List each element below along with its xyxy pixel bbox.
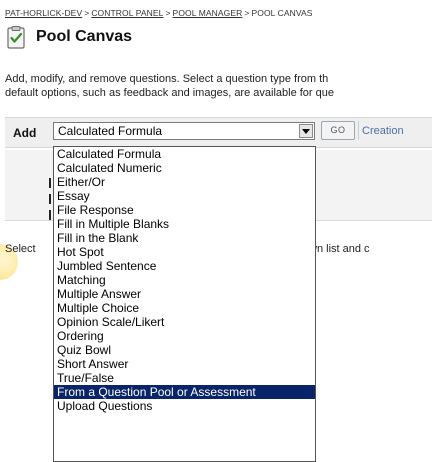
breadcrumb-item-course[interactable]: PAT-HORLICK-DEV xyxy=(5,8,82,18)
breadcrumb: PAT-HORLICK-DEV > CONTROL PANEL > POOL MANAG… xyxy=(5,8,313,18)
dropdown-option-highlighted[interactable]: From a Question Pool or Assessment xyxy=(54,385,315,399)
description-line: default options, such as feedback and im… xyxy=(5,87,334,99)
dropdown-option[interactable]: Either/Or xyxy=(54,175,315,189)
dropdown-option[interactable]: Quiz Bowl xyxy=(54,343,315,357)
dropdown-option[interactable]: Short Answer xyxy=(54,357,315,371)
dropdown-option[interactable]: Multiple Answer xyxy=(54,287,315,301)
question-type-dropdown[interactable]: Calculated Formula Calculated Numeric Ei… xyxy=(53,146,316,462)
breadcrumb-separator: > xyxy=(165,8,171,18)
add-label: Add xyxy=(13,126,37,140)
description-line: Add, modify, and remove questions. Selec… xyxy=(5,73,329,85)
dropdown-option[interactable]: Calculated Numeric xyxy=(54,161,315,175)
dropdown-option[interactable]: Essay xyxy=(54,189,315,203)
question-type-select-value: Calculated Formula xyxy=(58,124,163,138)
divider xyxy=(358,121,359,140)
bullet-marker xyxy=(49,194,51,204)
dropdown-option[interactable]: Opinion Scale/Likert xyxy=(54,315,315,329)
dropdown-option[interactable]: True/False xyxy=(54,371,315,385)
breadcrumb-item-control-panel[interactable]: CONTROL PANEL xyxy=(91,8,163,18)
dropdown-option[interactable]: Jumbled Sentence xyxy=(54,259,315,273)
dropdown-option[interactable]: Fill in Multiple Blanks xyxy=(54,217,315,231)
page-header: Pool Canvas xyxy=(4,24,132,50)
dropdown-option[interactable]: File Response xyxy=(54,203,315,217)
breadcrumb-item-pool-manager[interactable]: POOL MANAGER xyxy=(173,8,243,18)
go-button[interactable]: GO xyxy=(321,121,355,140)
page-description: Add, modify, and remove questions. Selec… xyxy=(5,72,432,100)
breadcrumb-separator: > xyxy=(244,8,250,18)
dropdown-option[interactable]: Matching xyxy=(54,273,315,287)
dropdown-option[interactable]: Multiple Choice xyxy=(54,301,315,315)
dropdown-option[interactable]: Fill in the Blank xyxy=(54,231,315,245)
clipboard-check-icon xyxy=(7,26,25,49)
breadcrumb-item-current: POOL CANVAS xyxy=(251,8,313,18)
chevron-down-icon[interactable] xyxy=(299,124,313,138)
creation-settings-link[interactable]: Creation xyxy=(362,125,404,137)
page-title: Pool Canvas xyxy=(36,28,133,45)
dropdown-option[interactable]: Upload Questions xyxy=(54,399,315,413)
bullet-marker xyxy=(49,210,51,220)
dropdown-option[interactable]: Ordering xyxy=(54,329,315,343)
dropdown-option[interactable]: Hot Spot xyxy=(54,245,315,259)
instruction-text-start: Select xyxy=(5,243,36,255)
question-type-select[interactable]: Calculated Formula xyxy=(53,122,315,140)
bullet-marker xyxy=(49,178,51,188)
breadcrumb-separator: > xyxy=(84,8,90,18)
dropdown-option[interactable]: Calculated Formula xyxy=(54,147,315,161)
